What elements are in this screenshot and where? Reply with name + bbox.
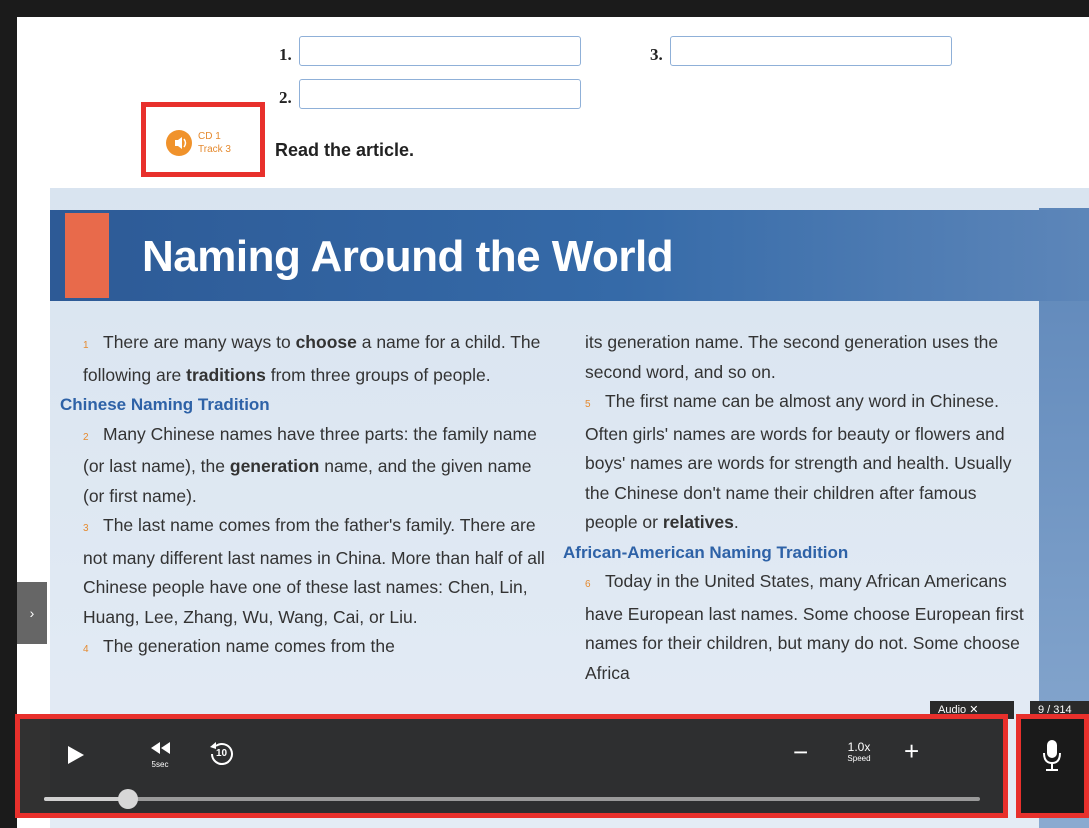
cd-track-label: CD 1 Track 3	[198, 130, 231, 156]
cd-label: CD 1	[198, 131, 221, 142]
paragraph-5: 5 The first name can be almost any word i…	[585, 387, 1025, 538]
text-run: The first name can be almost any word in…	[585, 391, 1012, 532]
speed-label: Speed	[847, 754, 871, 763]
speed-display: 1.0x Speed	[842, 740, 876, 763]
banner-accent	[65, 213, 109, 298]
textbook-page: 1. 2. 3. CD 1 Track 3 Read the article. …	[17, 17, 1089, 828]
text-run: The last name comes from the father's fa…	[83, 515, 545, 627]
article-title: Naming Around the World	[142, 232, 674, 281]
text-run: There are many ways to	[103, 332, 296, 352]
text-run: .	[733, 512, 739, 532]
paragraph-3: 3 The last name comes from the father's f…	[83, 511, 553, 632]
progress-handle[interactable]	[118, 789, 139, 809]
paragraph-number: 1	[83, 340, 89, 351]
replay-10-button[interactable]: 10	[208, 740, 236, 773]
audio-player-bar: 5sec 10 − 1.0x Speed +	[15, 714, 1008, 818]
track-label: Track 3	[198, 144, 231, 155]
paragraph-2: 2 Many Chinese names have three parts: th…	[83, 420, 553, 512]
rewind-label: 5sec	[151, 760, 169, 769]
paragraph-number: 2	[83, 431, 89, 443]
vocab-word: relatives	[662, 512, 734, 532]
cd-track-audio-button[interactable]: CD 1 Track 3	[141, 102, 265, 177]
answer-field-2[interactable]	[299, 79, 581, 109]
vocab-word: choose	[295, 332, 357, 352]
paragraph-number: 6	[585, 579, 591, 590]
paragraph-6: 6 Today in the United States, many Africa…	[585, 567, 1025, 688]
answer-label-2: 2.	[279, 88, 292, 107]
sidebar-toggle-button[interactable]: ›	[17, 582, 47, 644]
microphone-icon	[1043, 740, 1061, 771]
paragraph-4-continued: its generation name. The second generati…	[585, 332, 999, 382]
speaker-icon	[166, 130, 192, 156]
paragraph-number: 4	[83, 644, 89, 655]
paragraph-1: 1 There are many ways to choose a name fo…	[83, 328, 553, 390]
play-icon	[68, 746, 84, 764]
answer-field-1[interactable]	[299, 36, 581, 66]
instruction-text: Read the article.	[275, 140, 415, 160]
vocab-word: generation	[229, 456, 320, 476]
vocab-word: traditions	[186, 364, 266, 385]
text-run: Today in the United States, many African…	[585, 571, 1024, 683]
progress-track[interactable]	[44, 789, 980, 809]
text-run: from three groups of people.	[265, 364, 491, 385]
article-left-column: 1 There are many ways to choose a name fo…	[60, 328, 553, 665]
rewind-5sec-button[interactable]: 5sec	[148, 739, 172, 769]
paragraph-4: 4 The generation name comes from the	[83, 632, 553, 665]
rewind-icon	[151, 742, 170, 754]
article-right-column: its generation name. The second generati…	[563, 328, 1025, 688]
speed-value: 1.0x	[847, 740, 871, 754]
progress-fill	[44, 797, 129, 801]
speed-decrease-button[interactable]: −	[793, 737, 808, 768]
article-banner: Naming Around the World	[50, 210, 1089, 301]
answer-field-3[interactable]	[670, 36, 952, 66]
replay-label: 10	[216, 748, 228, 759]
answer-label-1: 1.	[279, 45, 292, 64]
speed-increase-button[interactable]: +	[904, 736, 919, 767]
play-button[interactable]	[64, 744, 86, 771]
microphone-button[interactable]	[1016, 714, 1089, 818]
paragraph-number: 5	[585, 399, 591, 410]
section-heading-chinese: Chinese Naming Tradition	[60, 395, 270, 414]
section-heading-african-american: African-American Naming Tradition	[563, 542, 849, 562]
answer-label-3: 3.	[650, 45, 663, 64]
paragraph-number: 3	[83, 523, 89, 534]
text-run: The generation name comes from the	[103, 636, 395, 656]
